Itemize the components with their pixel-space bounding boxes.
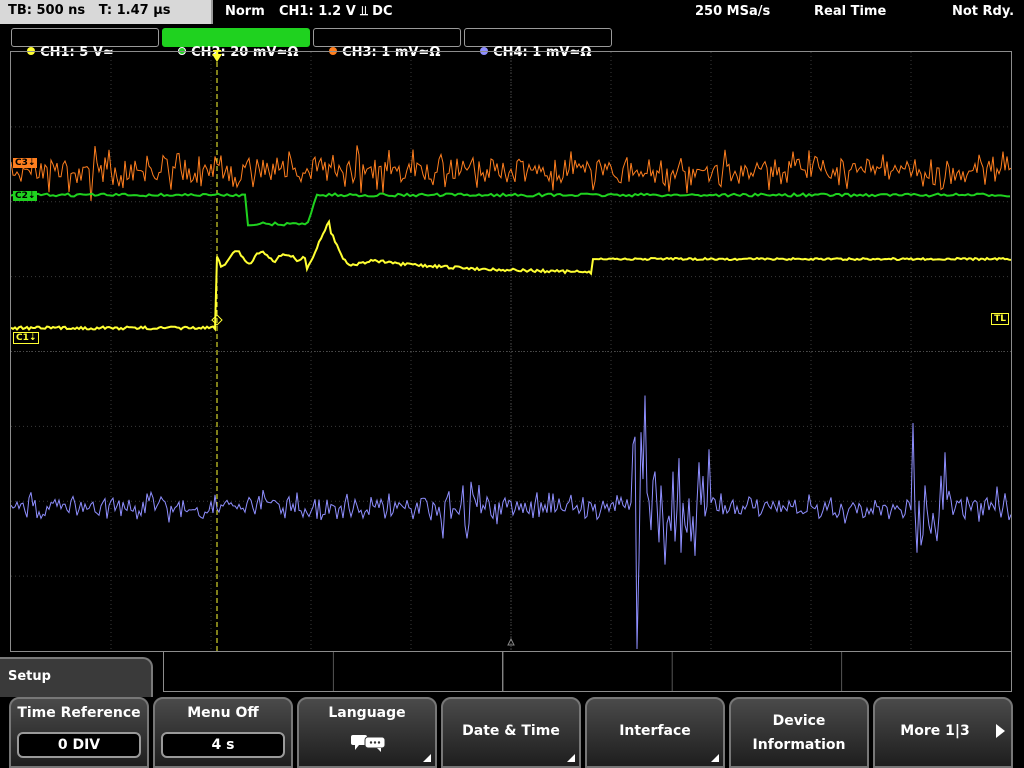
- menu-title: Setup: [0, 657, 153, 697]
- menu-off-button[interactable]: Menu Off 4 s: [153, 697, 293, 768]
- tab-ch3[interactable]: CH3: 1 mV≃Ω: [313, 28, 461, 60]
- time-reference-button[interactable]: Time Reference 0 DIV: [9, 697, 149, 768]
- tab-ch4[interactable]: CH4: 1 mV≃Ω: [464, 28, 612, 60]
- timebase-readout[interactable]: TB: 500 ns T: 1.47 µs: [0, 0, 213, 24]
- submenu-corner-icon: [567, 754, 575, 762]
- waveform-display[interactable]: C3⇣ C2⇣ C1⇣ TL T: [10, 49, 1012, 652]
- time-reference-label: Time Reference: [17, 705, 141, 721]
- language-label: Language: [328, 705, 406, 721]
- ch3-offset-marker[interactable]: C3⇣: [13, 158, 38, 168]
- submenu-corner-icon: [711, 754, 719, 762]
- more-button[interactable]: More 1|3: [873, 697, 1013, 768]
- more-label: More 1|3: [900, 723, 970, 739]
- language-button[interactable]: Language: [297, 697, 437, 768]
- menu-off-value: 4 s: [161, 732, 285, 758]
- trigger-mode[interactable]: Norm: [225, 4, 265, 19]
- device-information-button[interactable]: Device Information: [729, 697, 869, 768]
- acquisition-mode: Real Time: [814, 4, 887, 19]
- overview-grid: [332, 652, 843, 691]
- next-page-arrow-icon: [996, 724, 1005, 738]
- tab-ch1[interactable]: CH1: 5 V≃: [11, 28, 159, 60]
- interface-label: Interface: [619, 723, 691, 739]
- date-time-label: Date & Time: [462, 723, 560, 739]
- zoom-overview: [163, 651, 1012, 692]
- trigger-level-marker[interactable]: TL: [991, 313, 1009, 325]
- speech-bubbles-icon: [351, 735, 386, 752]
- sample-rate: 250 MSa/s: [695, 4, 771, 19]
- menu-off-label: Menu Off: [187, 705, 259, 721]
- time-reference-value: 0 DIV: [17, 732, 141, 758]
- trigger-position-marker[interactable]: T: [211, 49, 223, 61]
- tab-ch2[interactable]: CH2: 20 mV≃Ω: [162, 28, 310, 60]
- device-info-label-2: Information: [752, 737, 846, 753]
- device-info-label-1: Device: [772, 713, 826, 729]
- ch1-offset-marker[interactable]: C1⇣: [13, 332, 40, 344]
- ch2-offset-marker[interactable]: C2⇣: [13, 191, 38, 201]
- run-status: Not Rdy.: [952, 4, 1015, 19]
- submenu-corner-icon: [423, 754, 431, 762]
- status-bar: Norm CH1: 1.2 V ⫫ DC 250 MSa/s Real Time…: [215, 0, 1024, 24]
- date-time-button[interactable]: Date & Time: [441, 697, 581, 768]
- interface-button[interactable]: Interface: [585, 697, 725, 768]
- trigger-source[interactable]: CH1: 1.2 V ⫫ DC: [279, 4, 393, 19]
- waveform-canvas: [11, 52, 1011, 651]
